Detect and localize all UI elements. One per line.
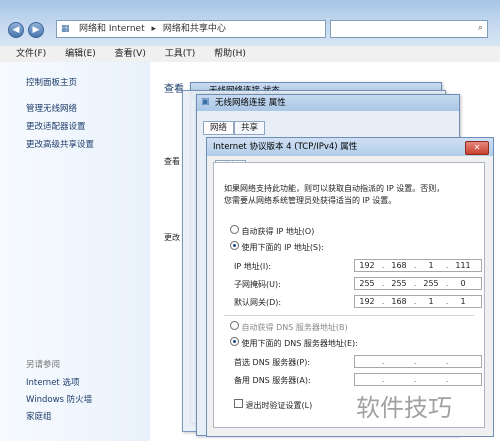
watermark: 软件技巧 <box>356 394 452 422</box>
auto-dns-label: 自动获得 DNS 服务器地址(B) <box>241 323 348 332</box>
menu-file[interactable]: 文件(F) <box>16 46 46 62</box>
control-panel-icon: ▦ <box>61 24 70 34</box>
sidebar-item-internet-options[interactable]: Internet 选项 <box>26 376 79 388</box>
close-button[interactable]: ✕ <box>465 141 489 155</box>
preferred-dns-field[interactable]: ... <box>354 355 482 368</box>
ip-address-label: IP 地址(I): <box>234 262 272 271</box>
breadcrumb-item[interactable]: 网络和共享中心 <box>163 24 226 34</box>
forward-button[interactable]: ▶ <box>28 22 44 38</box>
description-line-2: 您需要从网络系统管理员处获得适当的 IP 设置。 <box>224 196 397 205</box>
sidebar-item-firewall[interactable]: Windows 防火墙 <box>26 393 92 405</box>
properties-dialog-title: 无线网络连接 属性 <box>197 95 459 111</box>
ipv4-dialog-title: Internet 协议版本 4 (TCP/IPv4) 属性 <box>207 138 493 156</box>
menu-bar: 文件(F) 编辑(E) 查看(V) 工具(T) 帮助(H) <box>0 46 500 63</box>
main-text: 更改 <box>164 233 180 242</box>
auto-dns-option[interactable]: 自动获得 DNS 服务器地址(B) <box>230 321 348 333</box>
tab-sharing[interactable]: 共享 <box>234 121 266 135</box>
sidebar-item-adapter[interactable]: 更改适配器设置 <box>26 120 86 132</box>
subnet-mask-field[interactable]: 255. 255. 255. 0 <box>354 277 482 290</box>
network-icon: ▣ <box>201 97 210 107</box>
subnet-mask-label: 子网掩码(U): <box>234 280 281 289</box>
menu-view[interactable]: 查看(V) <box>115 46 146 62</box>
chevron-right-icon: ▸ <box>151 24 157 34</box>
address-bar[interactable]: ▦ 网络和 Internet ▸ 网络和共享中心 <box>56 20 326 38</box>
alternate-dns-field[interactable]: ... <box>354 373 482 386</box>
menu-tools[interactable]: 工具(T) <box>165 46 196 62</box>
manual-ip-radio[interactable] <box>230 241 239 250</box>
alternate-dns-label: 备用 DNS 服务器(A): <box>234 376 311 385</box>
validate-checkbox[interactable] <box>234 399 243 408</box>
back-button[interactable]: ◀ <box>8 22 24 38</box>
sidebar-item-homegroup[interactable]: 家庭组 <box>26 410 52 422</box>
menu-help[interactable]: 帮助(H) <box>214 46 246 62</box>
auto-ip-radio[interactable] <box>230 225 239 234</box>
manual-ip-label: 使用下面的 IP 地址(S): <box>241 243 324 252</box>
divider <box>224 315 474 316</box>
auto-ip-label: 自动获得 IP 地址(O) <box>241 227 315 236</box>
description-line-1: 如果网络支持此功能，则可以获取自动指派的 IP 设置。否则， <box>224 184 445 193</box>
main-heading: 查看 <box>164 84 184 95</box>
auto-dns-radio[interactable] <box>230 321 239 330</box>
search-input[interactable]: ⌕ <box>330 20 488 38</box>
auto-ip-option[interactable]: 自动获得 IP 地址(O) <box>230 225 314 237</box>
manual-ip-option[interactable]: 使用下面的 IP 地址(S): <box>230 241 324 253</box>
manual-dns-radio[interactable] <box>230 337 239 346</box>
validate-option[interactable]: 退出时验证设置(L) <box>234 399 312 411</box>
ip-address-field[interactable]: 192. 168. 1. 111 <box>354 259 482 272</box>
default-gateway-label: 默认网关(D): <box>234 298 282 307</box>
search-icon: ⌕ <box>477 23 483 33</box>
see-also-heading: 另请参阅 <box>26 360 61 370</box>
preferred-dns-label: 首选 DNS 服务器(P): <box>234 358 311 367</box>
validate-label: 退出时验证设置(L) <box>245 401 313 410</box>
sidebar-item-sharing[interactable]: 更改高级共享设置 <box>26 138 94 150</box>
menu-edit[interactable]: 编辑(E) <box>65 46 96 62</box>
main-text: 查看 <box>164 157 180 166</box>
sidebar-item-wireless[interactable]: 管理无线网络 <box>26 102 77 114</box>
default-gateway-field[interactable]: 192. 168. 1. 1 <box>354 295 482 308</box>
breadcrumb-item[interactable]: 网络和 Internet <box>79 24 145 34</box>
manual-dns-option[interactable]: 使用下面的 DNS 服务器地址(E): <box>230 337 358 349</box>
tab-network[interactable]: 网络 <box>203 121 235 135</box>
sidebar-item-home[interactable]: 控制面板主页 <box>26 76 77 88</box>
manual-dns-label: 使用下面的 DNS 服务器地址(E): <box>241 339 358 348</box>
